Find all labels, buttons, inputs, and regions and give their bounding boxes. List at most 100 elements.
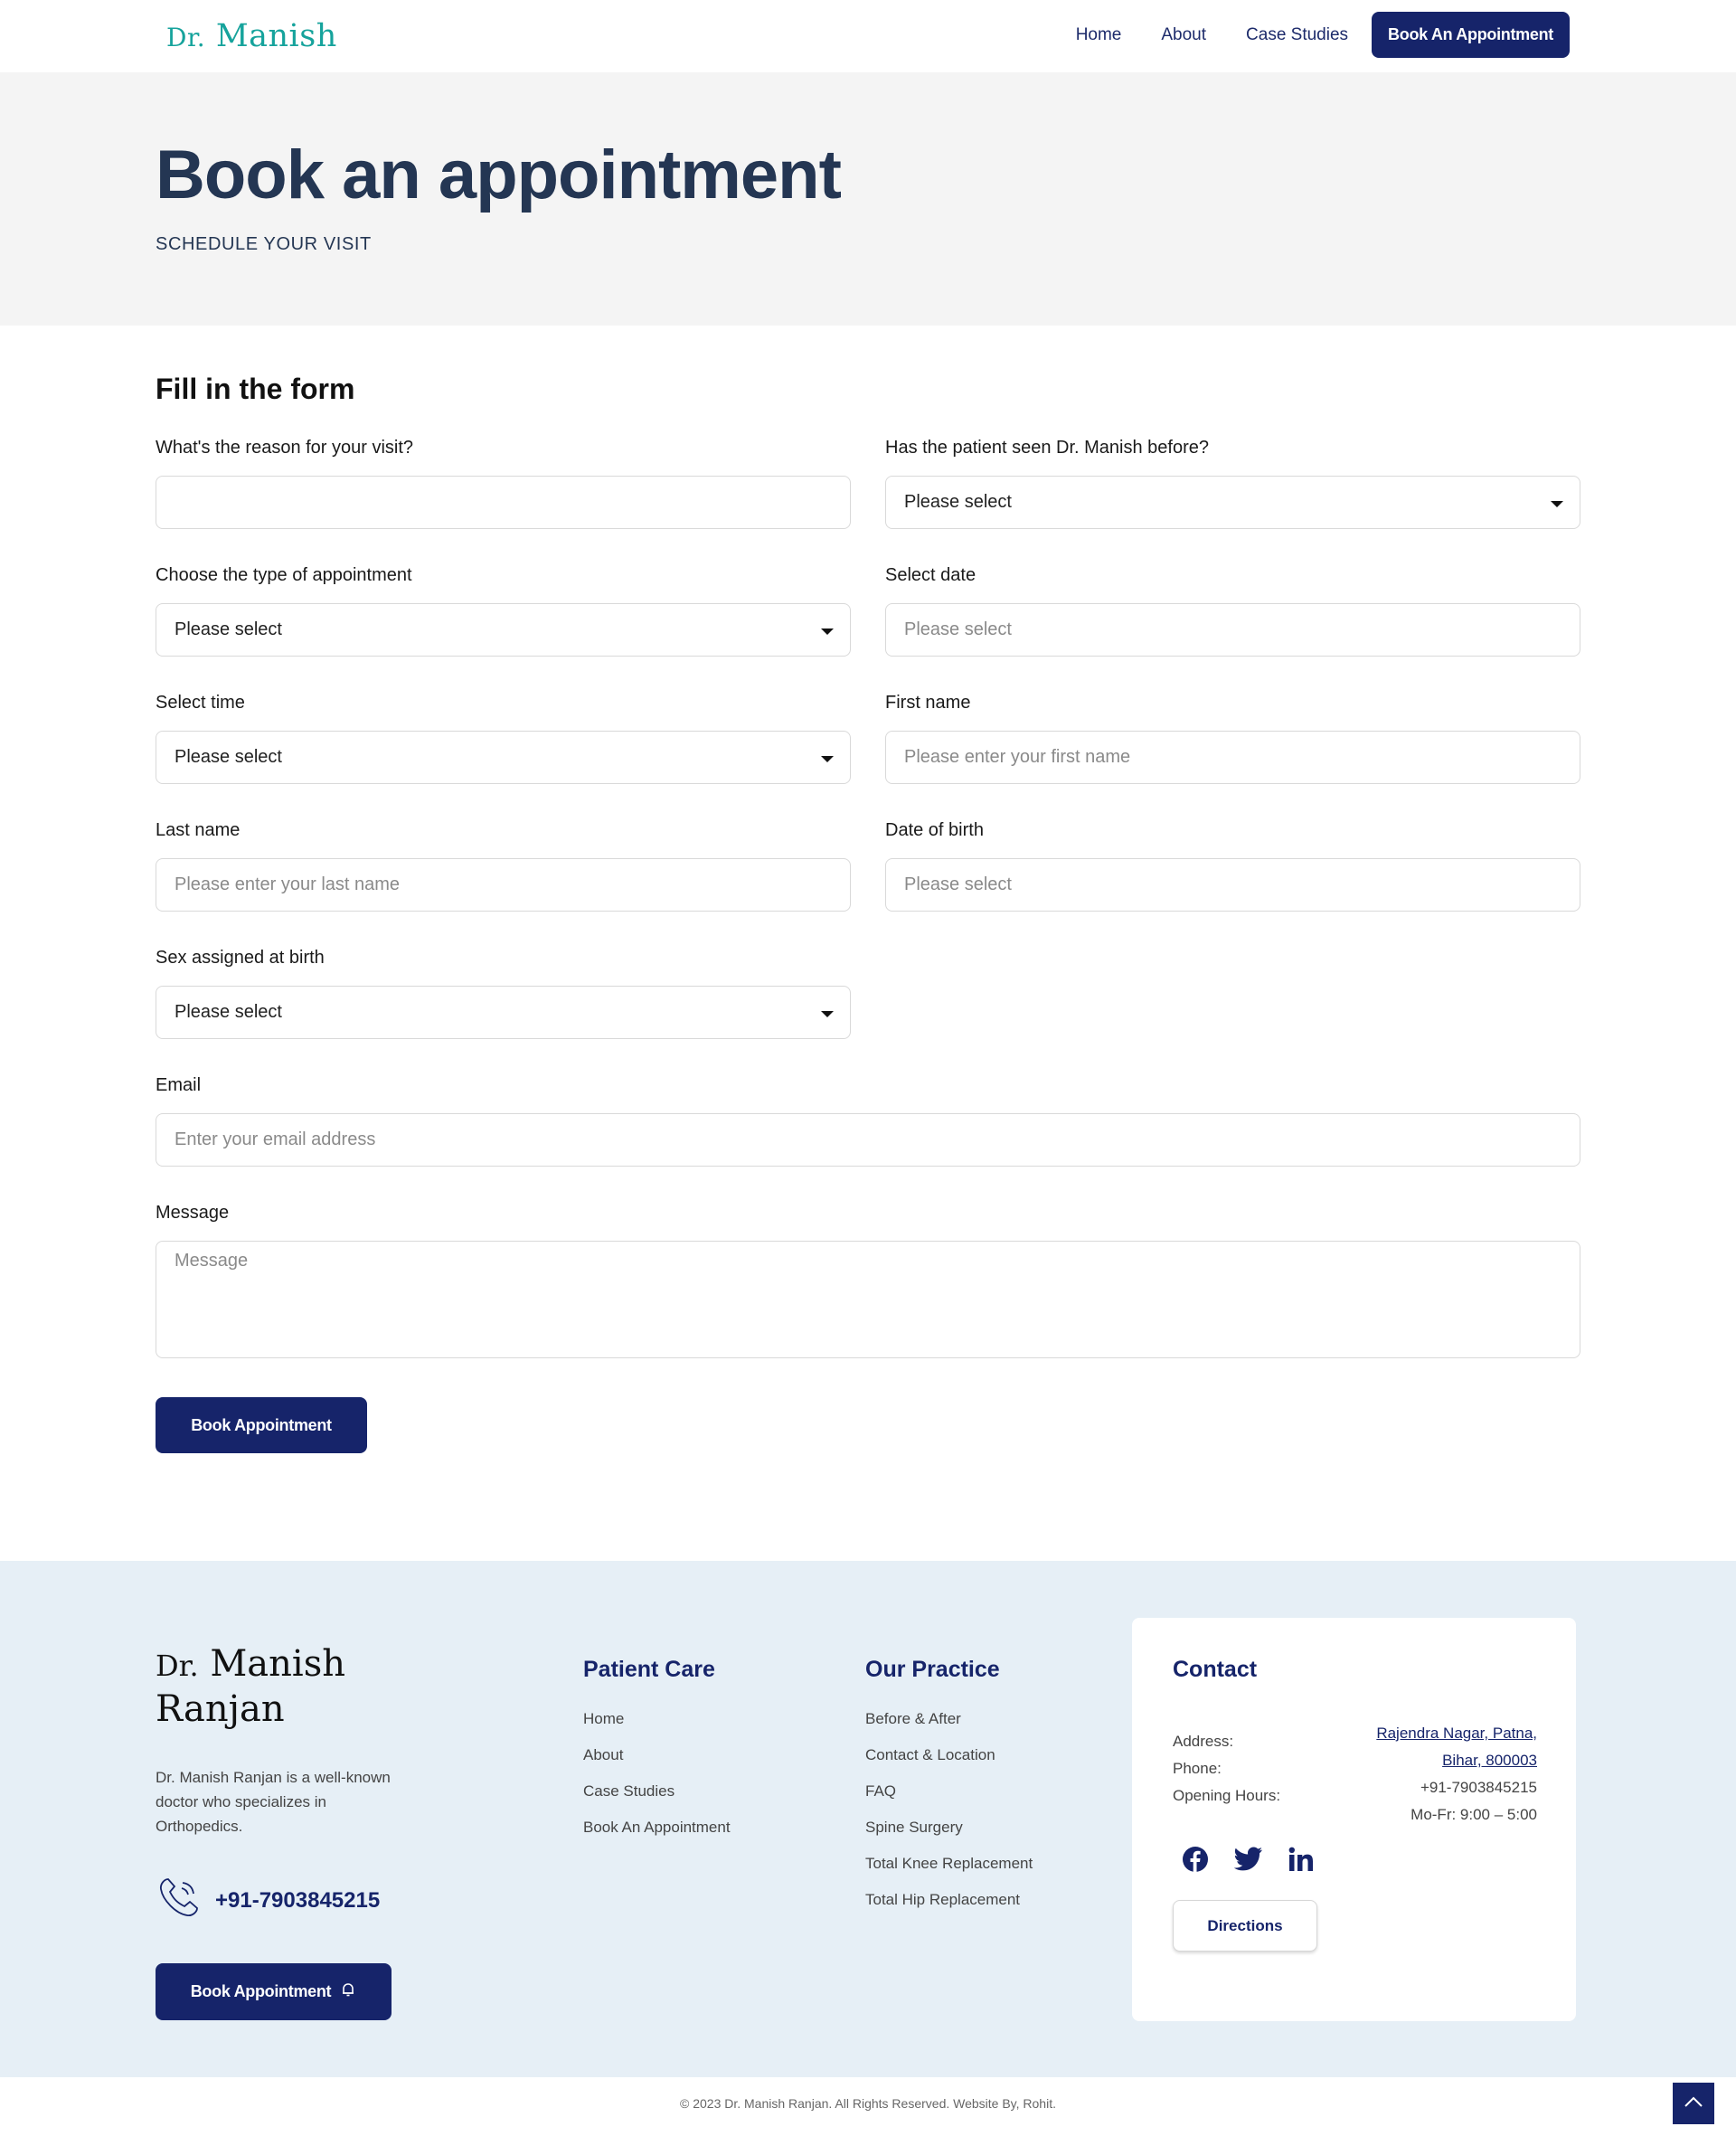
footer-link-home[interactable]: Home [583, 1710, 731, 1746]
scroll-to-top-button[interactable] [1673, 2083, 1714, 2124]
site-footer: Dr. Manish Ranjan Dr. Manish Ranjan is a… [0, 1561, 1736, 2077]
footer-brand: Dr. Manish Ranjan [156, 1642, 427, 1731]
email-label: Email [156, 1075, 202, 1095]
message-label: Message [156, 1203, 230, 1223]
caret-down-icon [821, 629, 834, 635]
address-line1: Rajendra Nagar, Patna, [1376, 1725, 1537, 1742]
sex-value: Please select [175, 1002, 282, 1022]
patient-care-title: Patient Care [583, 1657, 715, 1682]
bottom-bar: © 2023 Dr. Manish Ranjan. All Rights Res… [0, 2077, 1736, 2136]
contact-phone: +91-7903845215 [1420, 1779, 1537, 1796]
last-name-field-group: Last name Please enter your last name [156, 820, 851, 912]
footer-link-spine-surgery[interactable]: Spine Surgery [865, 1819, 1033, 1855]
nav-book-appointment-button[interactable]: Book An Appointment [1372, 12, 1570, 58]
first-name-field-group: First name Please enter your first name [885, 693, 1580, 784]
reason-label: What's the reason for your visit? [156, 438, 414, 458]
our-practice-title: Our Practice [865, 1657, 1000, 1682]
footer-link-knee-replacement[interactable]: Total Knee Replacement [865, 1855, 1033, 1891]
book-appointment-submit-button[interactable]: Book Appointment [156, 1397, 367, 1453]
copyright: © 2023 Dr. Manish Ranjan. All Rights Res… [680, 2096, 1056, 2111]
dob-field-group: Date of birth Please select [885, 820, 1580, 912]
sex-label: Sex assigned at birth [156, 948, 325, 968]
hero-banner: Book an appointment SCHEDULE YOUR VISIT [0, 72, 1736, 326]
footer-link-contact-location[interactable]: Contact & Location [865, 1746, 1033, 1782]
email-field-group: Email Enter your email address [156, 1075, 1580, 1167]
footer-brand-name1: Manish [210, 1643, 345, 1685]
footer-link-case-studies[interactable]: Case Studies [583, 1782, 731, 1819]
seen-before-select[interactable]: Please select [885, 476, 1580, 529]
page-title: Book an appointment [156, 137, 842, 213]
footer-link-book-appointment[interactable]: Book An Appointment [583, 1819, 731, 1855]
caret-down-icon [1551, 501, 1563, 507]
date-input[interactable]: Please select [885, 603, 1580, 657]
dob-label: Date of birth [885, 820, 984, 840]
footer-brand-dr: Dr. [156, 1649, 199, 1683]
appointment-form: Fill in the form What's the reason for y… [0, 326, 1736, 1561]
contact-values: Rajendra Nagar, Patna, Bihar, 800003 +91… [1356, 1720, 1537, 1829]
chevron-up-icon [1684, 2095, 1703, 2112]
footer-book-appointment-button[interactable]: Book Appointment [156, 1963, 392, 2020]
footer-link-before-after[interactable]: Before & After [865, 1710, 1033, 1746]
address-link[interactable]: Rajendra Nagar, Patna, Bihar, 800003 [1356, 1720, 1537, 1774]
time-label: Select time [156, 693, 245, 713]
contact-card: Contact Address: Phone: Opening Hours: R… [1132, 1618, 1576, 2021]
nav-home[interactable]: Home [1076, 25, 1122, 45]
nav-case-studies[interactable]: Case Studies [1246, 25, 1348, 45]
seen-before-label: Has the patient seen Dr. Manish before? [885, 438, 1209, 458]
seen-before-value: Please select [904, 492, 1012, 512]
linkedin-icon[interactable] [1288, 1847, 1314, 1872]
first-name-label: First name [885, 693, 971, 713]
footer-link-about[interactable]: About [583, 1746, 731, 1782]
footer-brand-name2: Ranjan [156, 1688, 285, 1730]
reason-input[interactable] [156, 476, 851, 529]
sex-field-group: Sex assigned at birth Please select [156, 948, 851, 1039]
page-subtitle: SCHEDULE YOUR VISIT [156, 234, 372, 254]
bell-icon [331, 1981, 356, 2002]
appointment-type-label: Choose the type of appointment [156, 565, 412, 585]
phone-label: Phone: [1173, 1760, 1222, 1777]
footer-link-hip-replacement[interactable]: Total Hip Replacement [865, 1891, 1033, 1927]
appointment-type-value: Please select [175, 619, 282, 639]
directions-button[interactable]: Directions [1173, 1900, 1317, 1952]
footer-book-appointment-label: Book Appointment [190, 1982, 332, 2000]
patient-care-column: Patient Care Home About Case Studies Boo… [583, 1657, 731, 1855]
footer-phone-number: +91-7903845215 [215, 1887, 381, 1913]
time-value: Please select [175, 747, 282, 767]
first-name-input[interactable]: Please enter your first name [885, 731, 1580, 784]
appointment-type-select[interactable]: Please select [156, 603, 851, 657]
seen-before-field-group: Has the patient seen Dr. Manish before? … [885, 438, 1580, 529]
facebook-icon[interactable] [1182, 1846, 1209, 1873]
reason-field-group: What's the reason for your visit? [156, 438, 851, 529]
message-textarea[interactable]: Message [156, 1241, 1580, 1358]
last-name-label: Last name [156, 820, 241, 840]
phone-icon [156, 1876, 201, 1925]
our-practice-column: Our Practice Before & After Contact & Lo… [865, 1657, 1033, 1927]
site-header: Dr. Manish Home About Case Studies Book … [0, 0, 1736, 72]
nav-about[interactable]: About [1161, 25, 1206, 45]
sex-select[interactable]: Please select [156, 986, 851, 1039]
address-label: Address: [1173, 1733, 1234, 1750]
main-nav: Home About Case Studies Book An Appointm… [1036, 12, 1570, 58]
hours-label: Opening Hours: [1173, 1787, 1281, 1804]
date-field-group: Select date Please select [885, 565, 1580, 657]
dob-input[interactable]: Please select [885, 858, 1580, 912]
footer-phone[interactable]: +91-7903845215 [156, 1876, 380, 1925]
message-field-group: Message Message [156, 1203, 1580, 1358]
date-label: Select date [885, 565, 976, 585]
contact-hours: Mo-Fr: 9:00 – 5:00 [1410, 1806, 1537, 1823]
time-field-group: Select time Please select [156, 693, 851, 784]
social-links [1182, 1846, 1339, 1873]
caret-down-icon [821, 1011, 834, 1017]
form-title: Fill in the form [156, 373, 355, 405]
twitter-icon[interactable] [1234, 1847, 1263, 1872]
footer-link-faq[interactable]: FAQ [865, 1782, 1033, 1819]
caret-down-icon [821, 756, 834, 762]
contact-title: Contact [1173, 1657, 1258, 1682]
footer-description: Dr. Manish Ranjan is a well-known doctor… [156, 1769, 391, 1835]
time-select[interactable]: Please select [156, 731, 851, 784]
last-name-input[interactable]: Please enter your last name [156, 858, 851, 912]
logo-dr: Dr. [166, 23, 206, 52]
email-field[interactable]: Enter your email address [156, 1113, 1580, 1167]
address-line2: Bihar, 800003 [1442, 1752, 1537, 1769]
logo[interactable]: Dr. Manish [166, 18, 337, 54]
